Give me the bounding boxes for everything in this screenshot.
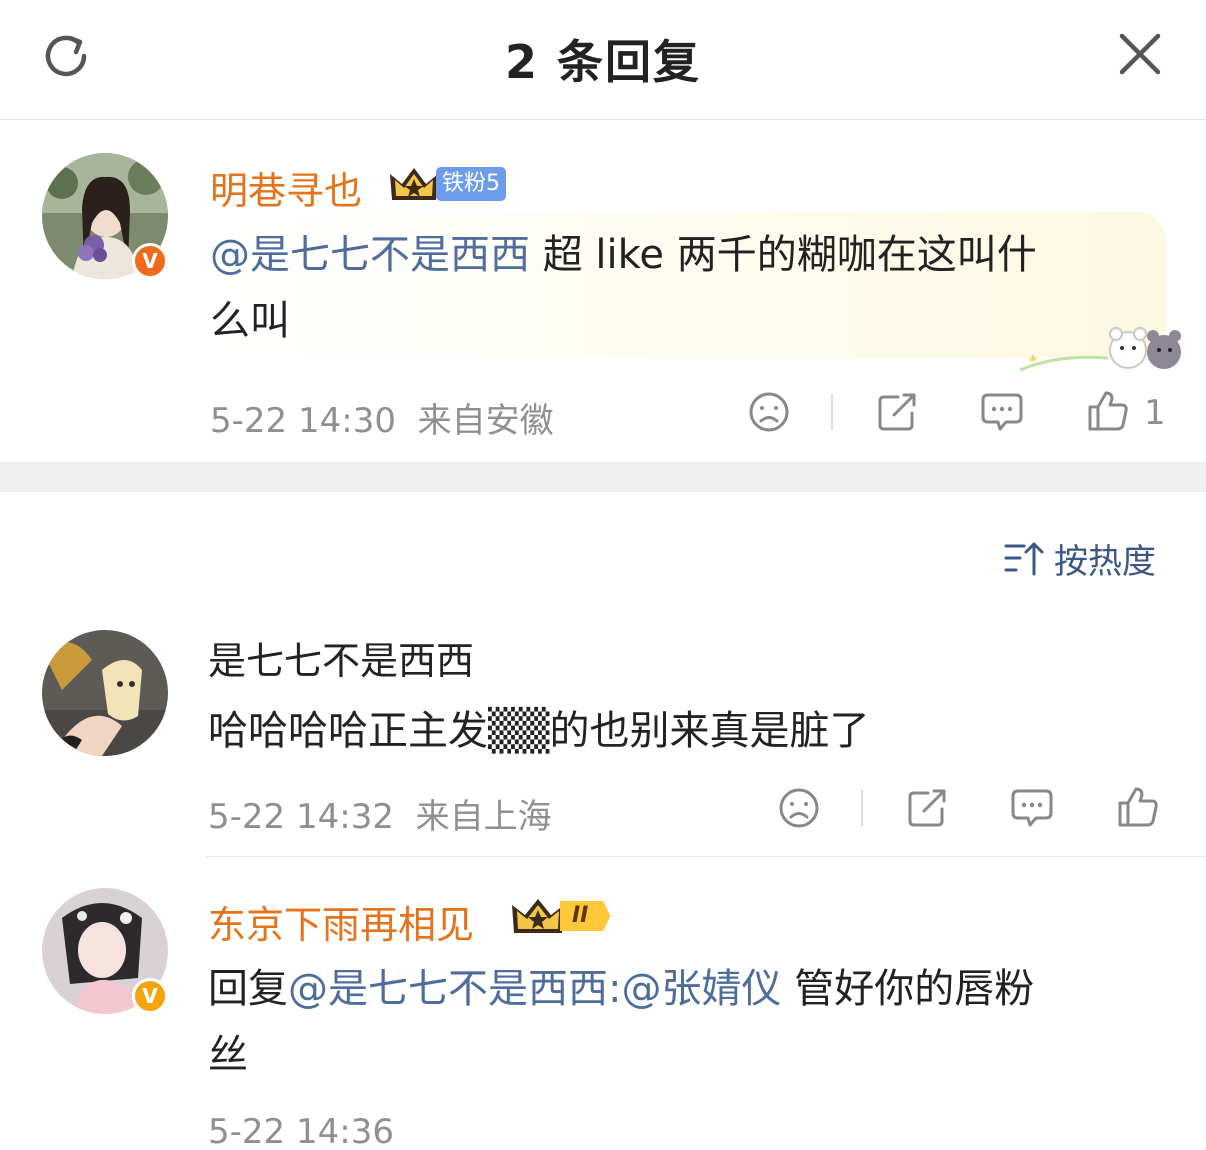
location: 来自上海 [415, 797, 552, 837]
like-icon[interactable] [1086, 389, 1130, 433]
verified-badge-icon: V [132, 978, 168, 1014]
comment-text-main-line2: 么叫 [210, 298, 290, 344]
mention-link[interactable]: @是七七不是西西 [288, 966, 608, 1012]
timestamp: 5-22 14:32 [208, 797, 394, 837]
share-icon[interactable] [906, 787, 948, 829]
reply-text-2-line2: 丝 [208, 1032, 248, 1078]
divider [861, 790, 863, 826]
timestamp: 5-22 14:36 [208, 1112, 394, 1150]
comment-icon[interactable] [1010, 787, 1054, 829]
comment-meta-main: 5-22 14:30 来自安徽 [210, 393, 554, 442]
sort-button[interactable]: 按热度 [1004, 536, 1156, 582]
fan-level-label: 铁粉5 [436, 167, 506, 201]
verified-badge-icon: V [132, 243, 168, 279]
level-label: II [560, 901, 611, 931]
mention-link-2[interactable]: :@张婧仪 [608, 966, 781, 1012]
like-count: 1 [1144, 393, 1166, 433]
dislike-face-icon[interactable] [778, 787, 820, 829]
fan-badge: 铁粉5 [388, 164, 506, 204]
bear-sticker-icon [1019, 327, 1181, 372]
header: 2 条回复 [0, 0, 1206, 120]
reply-divider [206, 856, 1206, 857]
location: 来自安徽 [417, 401, 554, 441]
avatar-reply-2[interactable]: V [42, 888, 168, 1014]
dislike-face-icon[interactable] [748, 391, 790, 433]
divider [831, 394, 833, 430]
reply-meta-1: 5-22 14:32 来自上海 [208, 789, 552, 838]
close-icon[interactable] [1116, 30, 1164, 78]
comment-icon[interactable] [980, 391, 1024, 433]
username-reply-1[interactable]: 是七七不是西西 [208, 628, 474, 694]
username-reply-2[interactable]: 东京下雨再相见 [208, 894, 474, 949]
timestamp: 5-22 14:30 [210, 401, 396, 441]
like-icon[interactable] [1116, 785, 1160, 829]
section-gap [0, 462, 1206, 492]
reply-meta-2: 5-22 14:36 [208, 1112, 394, 1150]
comment-text-main: @是七七不是西西 超 like 两千的糊咖在这叫什 [210, 232, 1037, 278]
page-title: 2 条回复 [504, 35, 702, 89]
avatar-main[interactable]: V [42, 153, 168, 279]
username-main[interactable]: 明巷寻也 [210, 160, 362, 215]
avatar-reply-1[interactable] [42, 630, 168, 756]
share-icon[interactable] [876, 391, 918, 433]
crown-icon [390, 168, 438, 200]
sort-icon [1004, 542, 1044, 576]
level-badge: II [510, 894, 611, 938]
reply-text-1: 哈哈哈哈正主发▒▒的也别来真是脏了 [208, 708, 870, 754]
crown-icon [512, 899, 564, 933]
sort-label: 按热度 [1054, 541, 1156, 582]
mention-link[interactable]: @是七七不是西西 [210, 232, 530, 278]
reply-text-2: 回复@是七七不是西西:@张婧仪 管好你的唇粉 [208, 966, 1035, 1012]
